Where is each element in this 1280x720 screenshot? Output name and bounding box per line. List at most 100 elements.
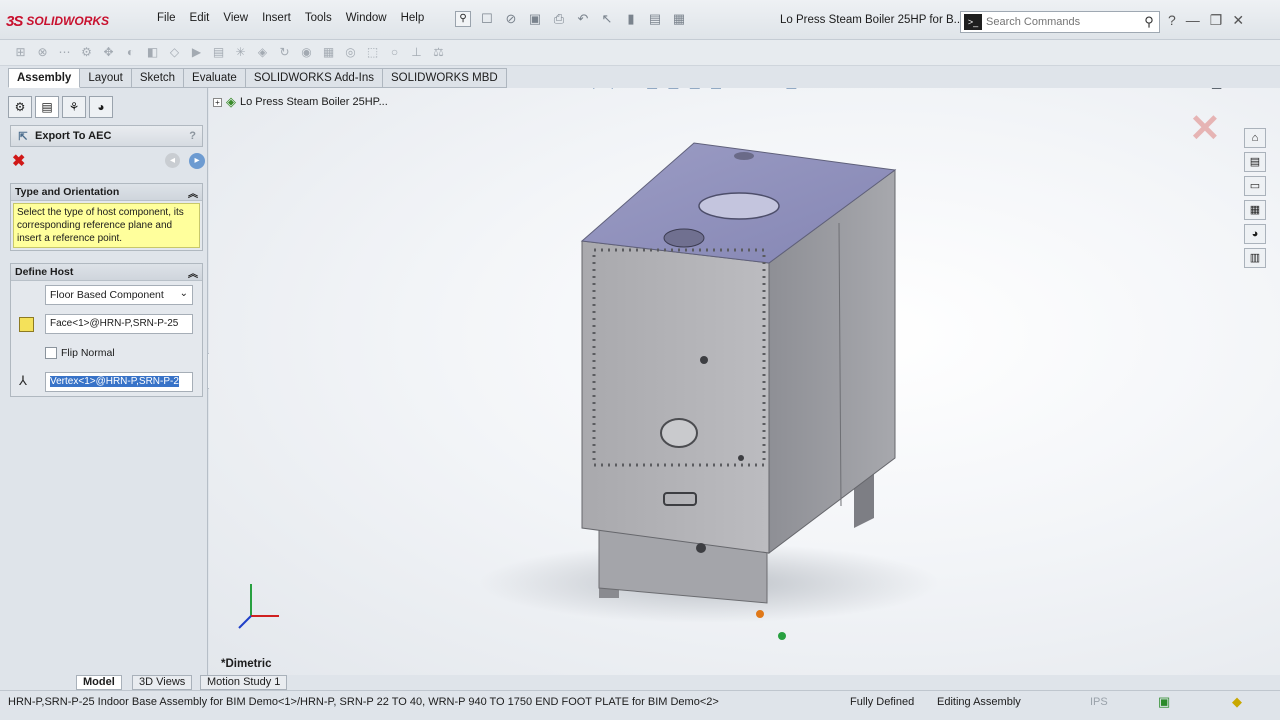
tile-icon[interactable]: ▣	[1169, 88, 1180, 89]
menu-file[interactable]: File	[150, 10, 183, 26]
split-icon[interactable]: ▤	[1191, 88, 1202, 89]
define-host-header[interactable]: Define Host ︽	[11, 264, 202, 281]
collapse-icon[interactable]: ︽	[188, 265, 198, 280]
linear-pattern-icon[interactable]: ⋯	[56, 44, 73, 61]
hole-alignment-icon[interactable]: ○	[386, 44, 403, 61]
help-icon[interactable]: ?	[1168, 12, 1176, 29]
status-units[interactable]: IPS	[1090, 696, 1108, 708]
viewport-close-icon[interactable]: ✕	[1252, 88, 1262, 89]
file-explorer-icon[interactable]: ▭	[1244, 176, 1266, 196]
select-icon[interactable]: ↖	[598, 10, 616, 28]
viewport-minimize-icon[interactable]: ▁	[1212, 88, 1221, 89]
cancel-icon[interactable]: ✖	[12, 151, 25, 171]
previous-icon[interactable]: ◂	[165, 153, 180, 168]
zoom-to-area-icon[interactable]: ⚲	[608, 88, 618, 91]
face-selection-field[interactable]: Face<1>@HRN-P,SRN-P-25	[45, 314, 193, 334]
print-icon[interactable]: ⎙	[550, 10, 568, 28]
menu-tools[interactable]: Tools	[298, 10, 339, 26]
file-properties-icon[interactable]: ▤	[646, 10, 664, 28]
clearance-icon[interactable]: ⬚	[364, 44, 381, 61]
measure-icon[interactable]: ⊥	[408, 44, 425, 61]
close-icon[interactable]: ✕	[1232, 12, 1244, 29]
search-commands[interactable]: >_ ⚲	[960, 11, 1160, 33]
view-settings-icon[interactable]: ▦	[785, 88, 797, 91]
tab-layout[interactable]: Layout	[80, 68, 132, 88]
boiler-model[interactable]	[209, 88, 1280, 675]
restore-icon[interactable]: ❐	[1210, 12, 1223, 29]
edit-appearance-icon[interactable]: ●	[747, 88, 755, 91]
update-speedpak-icon[interactable]: ↻	[276, 44, 293, 61]
take-snapshot-icon[interactable]: ◉	[298, 44, 315, 61]
solidworks-logo[interactable]: 3S SOLIDWORKS	[6, 6, 140, 36]
reference-geometry-icon[interactable]: ◇	[166, 44, 183, 61]
tab-mbd[interactable]: SOLIDWORKS MBD	[382, 68, 507, 88]
undo-icon[interactable]: ↶	[574, 10, 592, 28]
display-style-icon[interactable]: ◩	[710, 88, 722, 91]
configuration-manager-tab-icon[interactable]: ⚘	[62, 96, 86, 118]
view-orientation-icon[interactable]: ◰	[689, 88, 701, 91]
tab-3d-views[interactable]: 3D Views	[132, 675, 193, 690]
mate-icon[interactable]: ⊗	[34, 44, 51, 61]
apply-scene-icon[interactable]: ▲	[763, 88, 776, 91]
search-input[interactable]	[986, 16, 1139, 28]
view-palette-icon[interactable]: ▦	[1244, 200, 1266, 220]
minimize-icon[interactable]: —	[1186, 12, 1200, 29]
appearances-icon[interactable]: ◕	[1244, 224, 1266, 244]
pin-menu-icon[interactable]: ⚲	[455, 11, 471, 27]
graphics-area[interactable]: + ◈ Lo Press Steam Boiler 25HP... ⚲ ⚲	[209, 88, 1280, 675]
menu-view[interactable]: View	[216, 10, 255, 26]
previous-view-icon[interactable]: ↩	[626, 88, 637, 91]
collapse-icon[interactable]: ︽	[188, 185, 198, 200]
tab-model[interactable]: Model	[76, 675, 122, 690]
notification-icon[interactable]: ◆	[1232, 694, 1242, 710]
component-type-select[interactable]: Floor Based Component ⌄	[45, 285, 193, 305]
large-assembly-icon[interactable]: ▦	[320, 44, 337, 61]
property-manager-tab-icon[interactable]: ▤	[35, 96, 59, 118]
options-icon[interactable]: ▦	[670, 10, 688, 28]
display-manager-tab-icon[interactable]: ◕	[89, 96, 113, 118]
tab-evaluate[interactable]: Evaluate	[184, 68, 246, 88]
menu-edit[interactable]: Edit	[183, 10, 217, 26]
bill-of-materials-icon[interactable]: ▤	[210, 44, 227, 61]
design-library-icon[interactable]: ▤	[1244, 152, 1266, 172]
smart-fasteners-icon[interactable]: ⚙	[78, 44, 95, 61]
tab-addins[interactable]: SOLIDWORKS Add-Ins	[245, 68, 383, 88]
panel-help-button[interactable]: ?	[189, 130, 196, 142]
rebuild-icon[interactable]: ▮	[622, 10, 640, 28]
tab-assembly[interactable]: Assembly	[8, 68, 81, 88]
search-icon[interactable]: ⚲	[1139, 14, 1159, 30]
menu-insert[interactable]: Insert	[255, 10, 298, 26]
tab-sketch[interactable]: Sketch	[131, 68, 185, 88]
menu-window[interactable]: Window	[339, 10, 394, 26]
interference-icon[interactable]: ◎	[342, 44, 359, 61]
instant3d-icon[interactable]: ◈	[254, 44, 271, 61]
insert-component-icon[interactable]: ⊞	[12, 44, 29, 61]
feature-manager-tab-icon[interactable]: ⚙	[8, 96, 32, 118]
flip-normal-checkbox[interactable]: Flip Normal	[45, 347, 115, 359]
show-hidden-icon[interactable]: ◐	[122, 44, 139, 61]
new-document-icon[interactable]: ☐	[478, 10, 496, 28]
next-icon[interactable]: ▸	[189, 153, 205, 169]
section-view-icon[interactable]: ◧	[646, 88, 658, 91]
zoom-to-fit-icon[interactable]: ⚲	[589, 88, 599, 91]
move-component-icon[interactable]: ✥	[100, 44, 117, 61]
hide-show-items-icon[interactable]: ⌇	[731, 88, 737, 91]
save-icon[interactable]: ▣	[526, 10, 544, 28]
tab-motion-study[interactable]: Motion Study 1	[200, 675, 288, 690]
vertex-selection-field[interactable]: Vertex<1>@HRN-P,SRN-P-2	[45, 372, 193, 392]
open-document-icon[interactable]: ⊘	[502, 10, 520, 28]
exploded-view-icon[interactable]: ✳	[232, 44, 249, 61]
solidworks-resources-icon[interactable]: ⌂	[1244, 128, 1266, 148]
type-orientation-header[interactable]: Type and Orientation ︽	[11, 184, 202, 201]
custom-properties-icon[interactable]: ▥	[1244, 248, 1266, 268]
checkbox-box[interactable]	[45, 347, 57, 359]
viewport-restore-icon[interactable]: ❐	[1231, 88, 1242, 89]
new-motion-study-icon[interactable]: ▶	[188, 44, 205, 61]
assembly-features-icon[interactable]: ◧	[144, 44, 161, 61]
rebuild-status-icon[interactable]: ▣	[1158, 694, 1170, 710]
mass-properties-icon[interactable]: ⚖	[430, 44, 447, 61]
cancel-confirmation-icon[interactable]: ✕	[1189, 106, 1221, 151]
dynamic-annotation-icon[interactable]: ▣	[667, 88, 679, 91]
menu-help[interactable]: Help	[394, 10, 432, 26]
reference-point[interactable]	[756, 610, 764, 618]
